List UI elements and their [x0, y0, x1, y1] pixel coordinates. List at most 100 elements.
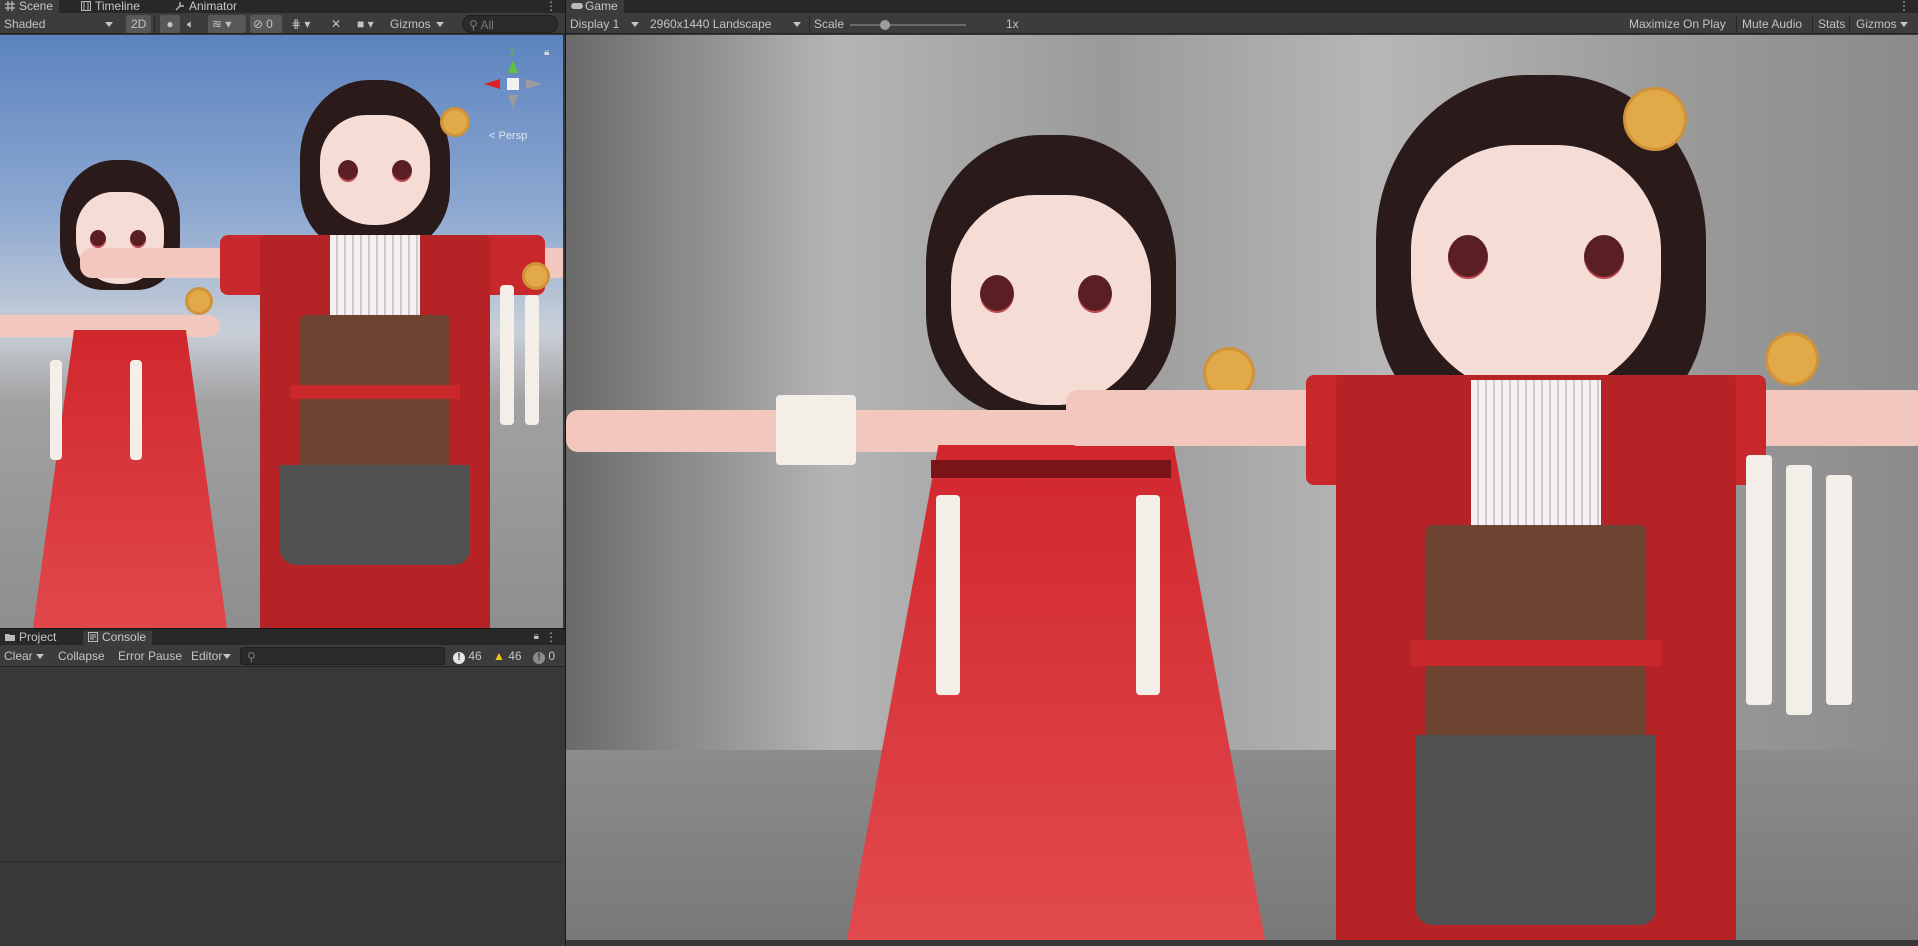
tools-toggle[interactable]: ✕ [328, 15, 344, 33]
tab-console-label: Console [102, 630, 147, 644]
stats-toggle[interactable]: Stats [1815, 15, 1848, 33]
editor-dropdown[interactable]: Editor [187, 647, 237, 665]
camera-icon: ■ ▾ [357, 17, 374, 31]
console-more-icon[interactable]: ⋮ [545, 631, 557, 643]
lighting-toggle[interactable]: ● [160, 15, 180, 33]
resolution-dropdown[interactable]: 2960x1440 Landscape [646, 15, 806, 33]
console-search-icon: ⚲ [247, 650, 256, 664]
clear-label: Clear [4, 649, 33, 663]
tab-console[interactable]: Console [83, 630, 153, 645]
grid-icon [5, 1, 15, 11]
game-tabbar: Game ⋮ [566, 0, 1918, 13]
shading-mode-label: Shaded [4, 17, 46, 31]
scene-toolbar: Shaded 2D ● 🔈︎ ≋ ▾ ⊘0 ⋕ ▾ ✕ ■ ▾ Gizmos [0, 13, 565, 34]
collapse-button[interactable]: Collapse [55, 647, 108, 665]
display-dropdown[interactable]: Display 1 [566, 15, 644, 33]
tab-game-label: Game [585, 0, 618, 13]
tab-timeline[interactable]: Timeline [76, 0, 146, 13]
mode-2d-button[interactable]: 2D [126, 15, 152, 33]
game-character-left [566, 105, 1266, 940]
shading-mode-dropdown[interactable]: Shaded [0, 15, 118, 33]
gamepad-icon [571, 1, 583, 11]
tab-project[interactable]: Project [0, 631, 62, 644]
game-toolbar-divider-3 [1812, 16, 1813, 32]
scale-slider[interactable] [850, 20, 966, 30]
scene-search-input[interactable]: ⚲ All [462, 15, 558, 33]
maximize-on-play-toggle[interactable]: Maximize On Play [1626, 15, 1729, 33]
tab-scene-label: Scene [19, 0, 54, 13]
game-viewport[interactable] [566, 35, 1918, 940]
editor-label: Editor [191, 649, 223, 663]
maximize-label: Maximize On Play [1629, 17, 1726, 31]
console-search-input[interactable]: ⚲ [240, 647, 445, 665]
console-toolbar: Clear Collapse Error Pause Editor ⚲ ! 46… [0, 645, 565, 667]
console-lock-icon[interactable]: 🔒︎ [534, 631, 539, 642]
tab-scene[interactable]: Scene [0, 0, 60, 13]
resolution-label: 2960x1440 Landscape [650, 17, 772, 31]
warning-count: 46 [508, 649, 522, 663]
game-gizmos-dropdown[interactable]: Gizmos [1852, 15, 1913, 33]
mode-2d-label: 2D [131, 17, 147, 31]
display-label: Display 1 [570, 17, 620, 31]
scene-panel: Scene Timeline Animator ⋮ Shaded 2D ● 🔈︎ [0, 0, 565, 628]
warning-filter-toggle[interactable]: ▲ 46 [490, 647, 525, 665]
console-panel: Project Console 🔒︎ ⋮ Clear Collapse Erro… [0, 629, 565, 946]
lock-icon[interactable]: 🔒︎ [544, 47, 549, 58]
effects-icon: ≋ ▾ [212, 17, 232, 31]
effects-dropdown[interactable]: ≋ ▾ [208, 15, 246, 33]
error-filter-toggle[interactable]: ! 0 [530, 647, 558, 665]
scale-slider-thumb[interactable] [879, 20, 890, 30]
game-toolbar-divider-2 [1736, 16, 1737, 32]
scale-value: 1x [1006, 17, 1019, 31]
console-log-area[interactable] [0, 668, 563, 908]
toolbar-divider [154, 16, 155, 32]
game-more-icon[interactable]: ⋮ [1898, 0, 1910, 12]
console-divider [0, 861, 563, 862]
speaker-icon: 🔈︎ [187, 17, 195, 31]
lightbulb-icon: ● [166, 17, 174, 31]
info-filter-toggle[interactable]: ! 46 [450, 647, 485, 665]
orientation-gizmo[interactable]: y [478, 46, 542, 108]
gizmo-y-label: y [510, 46, 515, 57]
error-pause-button[interactable]: Error Pause [115, 647, 185, 665]
tab-game[interactable]: Game [566, 0, 624, 13]
camera-dropdown[interactable]: ■ ▾ [354, 15, 377, 33]
console-tabbar: Project Console 🔒︎ ⋮ [0, 629, 565, 645]
game-toolbar-divider [809, 16, 810, 32]
stats-label: Stats [1818, 17, 1846, 31]
tab-animator-label: Animator [189, 0, 238, 13]
mute-audio-toggle[interactable]: Mute Audio [1739, 15, 1805, 33]
game-gizmos-label: Gizmos [1856, 17, 1897, 31]
mute-label: Mute Audio [1742, 17, 1803, 31]
scale-label: Scale [814, 17, 845, 31]
tab-animator[interactable]: Animator [170, 0, 243, 13]
tab-project-label: Project [19, 630, 57, 644]
search-placeholder: All [480, 18, 494, 32]
animator-icon [175, 1, 185, 11]
game-toolbar: Display 1 2960x1440 Landscape Scale 1x M… [566, 13, 1918, 34]
info-count: 46 [468, 649, 482, 663]
scene-character-left [0, 130, 240, 628]
grid-toggle[interactable]: ⋕ ▾ [288, 15, 313, 33]
error-icon: ! [533, 652, 545, 664]
folder-icon [5, 632, 15, 642]
persp-label[interactable]: < Persp [489, 130, 527, 142]
game-panel: Game ⋮ Display 1 2960x1440 Landscape Sca… [566, 0, 1918, 946]
game-toolbar-divider-4 [1849, 16, 1850, 32]
error-pause-label: Error Pause [118, 649, 183, 663]
scene-viewport[interactable]: y 🔒︎ < Persp [0, 35, 563, 628]
scene-tabbar: Scene Timeline Animator ⋮ [0, 0, 565, 13]
clear-dropdown[interactable]: Clear [0, 647, 49, 665]
warning-icon: ▲ [493, 649, 505, 663]
collapse-label: Collapse [58, 649, 105, 663]
audio-toggle[interactable]: 🔈︎ [184, 15, 197, 33]
tools-icon: ✕ [331, 17, 342, 31]
hidden-count: 0 [266, 17, 273, 31]
eye-slash-icon: ⊘ [253, 17, 264, 31]
hidden-objects-toggle[interactable]: ⊘ 0 [250, 15, 282, 33]
scene-gizmos-dropdown[interactable]: Gizmos [386, 15, 449, 33]
game-character-right [1066, 35, 1918, 940]
error-count: 0 [548, 649, 556, 663]
tab-timeline-label: Timeline [95, 0, 140, 13]
scene-more-icon[interactable]: ⋮ [545, 0, 557, 12]
